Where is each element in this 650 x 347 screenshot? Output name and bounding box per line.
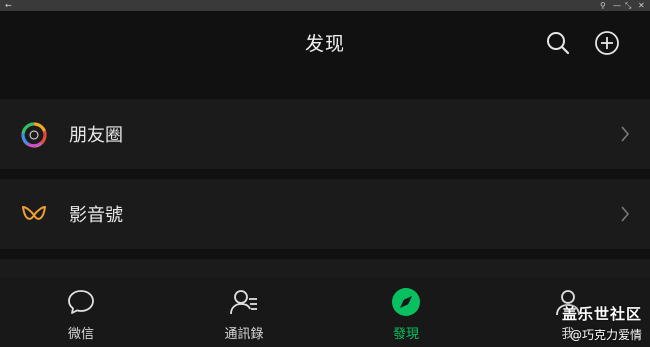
watermark-line1: 盖乐世社区 [561,305,642,323]
list-item-label: 影音號 [69,205,123,226]
tab-discover[interactable]: 發現 [351,277,461,347]
moments-aperture-icon [21,122,47,148]
divider [0,249,650,259]
tab-label: 發現 [392,327,419,342]
restore-icon[interactable]: ⤡ [625,0,631,11]
list-item-channels[interactable]: 影音號 [0,179,650,249]
tab-chats[interactable]: 微信 [26,277,136,347]
search-icon [547,32,570,55]
channels-icon [22,206,46,220]
search-button[interactable] [545,30,571,56]
page-header: 发现 [0,11,650,77]
tab-label: 通訊錄 [224,327,264,342]
watermark: 盖乐世社区 @巧克力爱情 [562,303,642,343]
chat-bubble-icon [68,290,94,314]
plus-circle-icon [595,31,619,55]
window-title-bar: ← ⚲ — ⤡ ✕ [0,0,650,11]
divider [0,169,650,179]
pin-icon[interactable]: ⚲ [600,0,606,11]
watermark-line2: @巧克力爱情 [569,328,642,342]
list-item-label: 朋友圈 [69,125,123,146]
bottom-tab-bar: 微信 通訊錄 發現 我 [0,277,650,347]
list-item-moments[interactable]: 朋友圈 [0,99,650,169]
compass-icon [392,288,420,316]
tab-label: 微信 [67,327,94,342]
back-arrow-icon[interactable]: ← [5,0,12,11]
contacts-icon [230,290,257,315]
chevron-right-icon [621,126,630,142]
tab-contacts[interactable]: 通訊錄 [189,277,299,347]
minimize-icon[interactable]: — [613,0,621,11]
close-icon[interactable]: ✕ [638,0,645,11]
add-button[interactable] [594,30,620,56]
chevron-right-icon [621,206,630,222]
